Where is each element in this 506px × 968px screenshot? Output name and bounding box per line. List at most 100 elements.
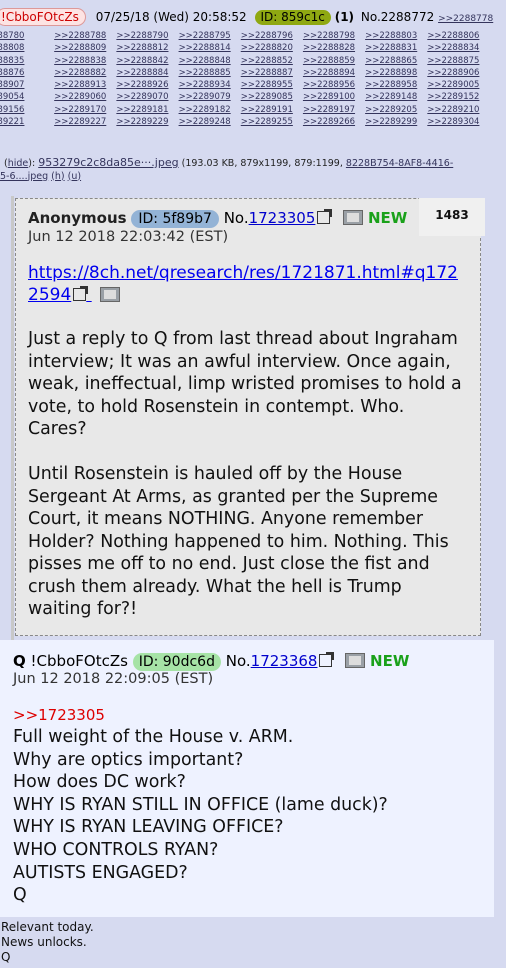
tripcode: !CbboFOtcZs [30,652,128,670]
backlink[interactable]: >>2288906 [427,67,489,79]
backlink[interactable]: >>2288882 [54,67,116,79]
backlink[interactable]: >>2289182 [179,104,241,116]
backlink[interactable]: >>2289085 [241,91,303,103]
backlink[interactable]: >>2288875 [427,55,489,67]
backlink[interactable]: >>2289079 [179,91,241,103]
new-badge: NEW [367,209,408,227]
backlink[interactable]: >>2289170 [54,104,116,116]
backlink[interactable]: >>2288913 [54,79,116,91]
backlink[interactable]: >>2288848 [179,55,241,67]
poster-id-badge[interactable]: ID: 859c1c [254,10,331,25]
backlink[interactable]: >>2289299 [365,116,427,128]
backlink[interactable]: >>2288806 [427,30,489,42]
bookmark-icon[interactable] [99,287,120,302]
backlink[interactable]: >>2288934 [179,79,241,91]
backlink[interactable]: >>2289255 [241,116,303,128]
backlink[interactable]: >>2288865 [365,55,427,67]
backlink[interactable]: 288780 [0,30,54,42]
backlink[interactable]: >>2288795 [179,30,241,42]
post-number-link[interactable]: 1723368 [251,652,318,670]
backlinks-row: 288876>>2288882>>2288884>>2288885>>22888… [0,67,506,79]
backlink[interactable]: >>2288790 [116,30,178,42]
quoted-thread-link-block: https://8ch.net/qresearch/res/1721871.ht… [28,262,468,306]
backlink[interactable]: >>2288885 [179,67,241,79]
q-line: Q [13,885,27,906]
backlinks-row: 289054>>2289060>>2289070>>2289079>>22890… [0,91,506,103]
backlink[interactable]: 288808 [0,42,54,54]
file-name-link[interactable]: 953279c2c8da85e···.jpeg [38,156,178,169]
external-link-icon[interactable] [319,652,335,667]
backlink[interactable]: >>2289005 [427,79,489,91]
backlink[interactable]: >>2289197 [303,104,365,116]
external-link-icon[interactable] [317,209,333,224]
backlink[interactable]: >>2288812 [116,42,178,54]
quote-strip [11,196,14,640]
backlink[interactable]: >>2289304 [427,116,489,128]
bookmark-icon[interactable] [343,210,364,225]
backlink[interactable]: >>2288809 [54,42,116,54]
backlink[interactable]: >>2289148 [365,91,427,103]
backlink[interactable]: >>2289070 [116,91,178,103]
backlink[interactable]: >>2288798 [303,30,365,42]
backlink[interactable]: >>2289100 [303,91,365,103]
backlink[interactable]: >>2288820 [241,42,303,54]
backlinks-row: 288808>>2288809>>2288812>>2288814>>22888… [0,42,506,54]
backlink[interactable]: >>2289152 [427,91,489,103]
quoted-thread-link[interactable]: https://8ch.net/qresearch/res/1721871.ht… [28,263,458,305]
backlink[interactable]: 289221 [0,116,54,128]
backlink[interactable]: >>2288894 [303,67,365,79]
crosslink[interactable]: >>2288778 [438,14,493,24]
backlink[interactable]: >>2288803 [365,30,427,42]
backlink[interactable]: >>2288796 [241,30,303,42]
reply-post-date: Jun 12 2018 22:03:42 (EST) [28,229,229,245]
image-search-h-link[interactable]: (h) [51,171,64,182]
backlink[interactable]: 288907 [0,79,54,91]
backlink[interactable]: >>2288956 [303,79,365,91]
backlink[interactable]: 289054 [0,91,54,103]
backlink[interactable]: >>2288842 [116,55,178,67]
backlink[interactable]: >>2288926 [116,79,178,91]
tripcode: !CbboFOtcZs [0,8,86,26]
new-badge: NEW [370,652,410,670]
backlink[interactable]: >>2289266 [303,116,365,128]
backlink[interactable]: >>2289191 [241,104,303,116]
poster-id-badge[interactable]: ID: 90dc6d [132,653,221,671]
backlink[interactable]: >>2288958 [365,79,427,91]
reply-reference-link[interactable]: >>1723305 [13,706,105,724]
post-number-prefix: No. [225,652,251,670]
backlink[interactable]: >>2288838 [54,55,116,67]
backlink[interactable]: >>2288828 [303,42,365,54]
backlink[interactable]: 288835 [0,55,54,67]
bookmark-icon[interactable] [345,653,366,668]
q-line: WHY IS RYAN LEAVING OFFICE? [13,817,284,838]
post-number[interactable]: No.2288772 [361,10,434,24]
backlink[interactable]: >>2288955 [241,79,303,91]
backlink[interactable]: >>2289248 [179,116,241,128]
backlink[interactable]: >>2289229 [116,116,178,128]
backlinks-row: 288835>>2288838>>2288842>>2288848>>22888… [0,55,506,67]
backlink[interactable]: >>2288788 [54,30,116,42]
backlink[interactable]: >>2288852 [241,55,303,67]
backlink[interactable]: >>2289060 [54,91,116,103]
poster-id-badge[interactable]: ID: 5f89b7 [131,210,219,228]
backlink[interactable]: >>2288887 [241,67,303,79]
backlink[interactable]: 289156 [0,104,54,116]
backlink[interactable]: >>2289227 [54,116,116,128]
post-number-link[interactable]: 1723305 [249,209,316,227]
backlink[interactable]: >>2289210 [427,104,489,116]
backlink[interactable]: >>2288898 [365,67,427,79]
backlink[interactable]: >>2288814 [179,42,241,54]
backlink[interactable]: 288876 [0,67,54,79]
original-filename-link[interactable]: 8228B754-8AF8-4416- [346,158,453,169]
backlink[interactable]: >>2288859 [303,55,365,67]
backlink[interactable]: >>2288831 [365,42,427,54]
hide-file-link[interactable]: hide [8,158,29,169]
backlink[interactable]: >>2288834 [427,42,489,54]
backlinks-row: 288780>>2288788>>2288790>>2288795>>22887… [0,30,506,42]
backlink[interactable]: >>2289205 [365,104,427,116]
backlink[interactable]: >>2289181 [116,104,178,116]
original-filename-link-cont[interactable]: 5-6....jpeg [0,171,48,182]
image-search-u-link[interactable]: (u) [68,171,81,182]
external-link-icon[interactable] [73,286,89,301]
backlink[interactable]: >>2288884 [116,67,178,79]
